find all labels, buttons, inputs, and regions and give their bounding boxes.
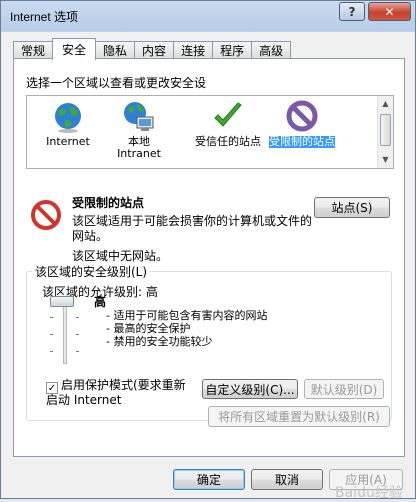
- tab-connections[interactable]: 连接: [173, 41, 214, 59]
- slider-tick: [50, 334, 53, 335]
- cancel-button[interactable]: 取消: [251, 469, 323, 490]
- globe-icon: [51, 100, 85, 134]
- zone-prompt: 选择一个区域以查看或更改安全设: [26, 76, 207, 90]
- zone-restricted[interactable]: 受限制的站点: [269, 100, 335, 148]
- tab-programs[interactable]: 程序: [212, 41, 253, 59]
- protected-mode-label: 启用保护模式(要求重新启动 Internet: [46, 378, 186, 407]
- level-description-list: - 适用于可能包含有害内容的网站 - 最高的安全保护 - 禁用的安全功能较少: [106, 309, 267, 348]
- scroll-thumb[interactable]: [380, 114, 391, 146]
- security-slider-track[interactable]: [63, 304, 67, 364]
- internet-options-window: Internet 选项 ? ✕ 常规 安全 隐私 内容 连接 程序 高级 选择一…: [0, 0, 416, 501]
- scroll-down-icon[interactable]: ▼: [378, 152, 393, 167]
- tab-content[interactable]: 内容: [134, 41, 175, 59]
- level-name: 高: [94, 295, 107, 309]
- zone-label: Internet: [46, 135, 90, 148]
- zone-trusted[interactable]: 受信任的站点: [195, 100, 261, 148]
- slider-tick: [76, 334, 79, 335]
- zone-label: 受限制的站点: [269, 135, 335, 148]
- zone-description: 该区域适用于可能会损害你的计算机或文件的网站。: [72, 214, 313, 243]
- zone-list-scrollbar[interactable]: ▲ ▼: [377, 96, 393, 168]
- security-level-legend: 该区域的安全级别(L): [32, 263, 151, 280]
- title-bar[interactable]: Internet 选项 ? ✕: [1, 1, 415, 31]
- intranet-icon: [122, 100, 156, 134]
- slider-tick: [50, 351, 53, 352]
- help-icon: ?: [348, 4, 356, 19]
- tab-advanced[interactable]: 高级: [251, 41, 292, 59]
- level-item: - 最高的安全保护: [106, 322, 191, 335]
- tab-strip: 常规 安全 隐私 内容 连接 程序 高级: [13, 38, 292, 60]
- zone-no-sites: 该区域中无网站。: [72, 249, 169, 263]
- sites-button[interactable]: 站点(S): [314, 197, 390, 218]
- close-icon: ✕: [384, 4, 395, 19]
- tab-general[interactable]: 常规: [13, 41, 54, 59]
- zone-internet[interactable]: Internet: [35, 100, 101, 148]
- protected-mode-checkbox[interactable]: ✓: [46, 382, 58, 394]
- close-button[interactable]: ✕: [368, 2, 411, 21]
- custom-level-button[interactable]: 自定义级别(C)...: [202, 379, 298, 399]
- slider-tick: [76, 317, 79, 318]
- dialog-body: 常规 安全 隐私 内容 连接 程序 高级 选择一个区域以查看或更改安全设 Int…: [5, 32, 411, 501]
- security-slider-thumb[interactable]: [50, 296, 74, 307]
- zone-list: Internet 本地 Intranet 受信任的站点 受限制的站点 ▲ ▼: [26, 95, 394, 169]
- level-item: - 适用于可能包含有害内容的网站: [106, 309, 268, 322]
- help-button[interactable]: ?: [339, 2, 365, 21]
- tab-privacy[interactable]: 隐私: [95, 41, 136, 59]
- scroll-up-icon[interactable]: ▲: [378, 96, 393, 111]
- reset-all-zones-button[interactable]: 将所有区域重置为默认级别(R): [208, 406, 390, 427]
- watermark: Baidu经验: [335, 485, 403, 501]
- window-title: Internet 选项: [10, 10, 79, 24]
- ok-button[interactable]: 确定: [173, 469, 245, 490]
- level-item: - 禁用的安全功能较少: [106, 335, 213, 348]
- restricted-zone-icon: [30, 199, 62, 231]
- tab-security[interactable]: 安全: [52, 38, 97, 60]
- checkmark-icon: [211, 100, 245, 134]
- security-panel: 选择一个区域以查看或更改安全设 Internet 本地 Intranet 受信任…: [13, 58, 405, 457]
- restricted-icon: [285, 100, 319, 134]
- zone-label: 受信任的站点: [195, 135, 261, 148]
- zone-intranet[interactable]: 本地 Intranet: [109, 100, 169, 160]
- protected-mode-option[interactable]: ✓ 启用保护模式(要求重新启动 Internet: [46, 379, 196, 407]
- slider-tick: [76, 351, 79, 352]
- zone-title: 受限制的站点: [72, 196, 145, 210]
- zone-label: 本地 Intranet: [117, 135, 161, 160]
- default-level-button[interactable]: 默认级别(D): [304, 379, 384, 399]
- slider-tick: [50, 317, 53, 318]
